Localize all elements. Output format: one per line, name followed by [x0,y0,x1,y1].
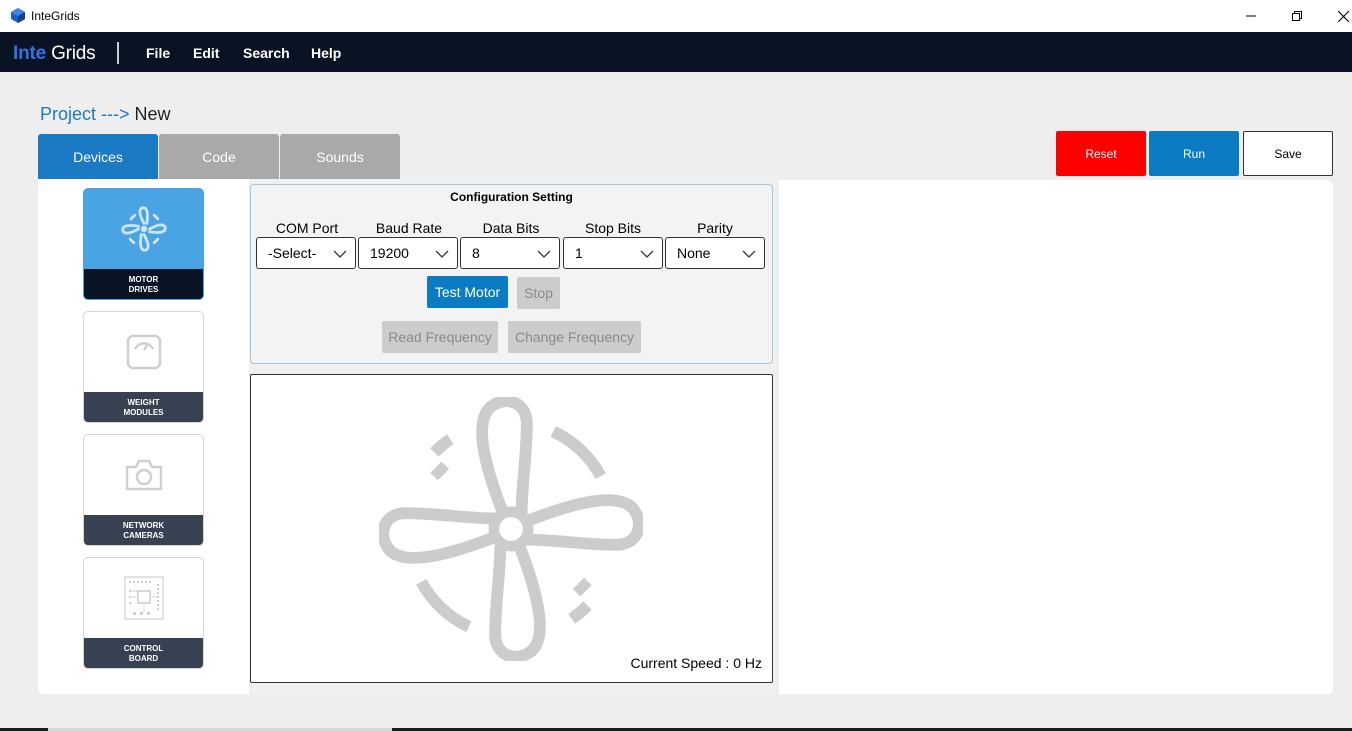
tab-devices[interactable]: Devices [38,134,158,179]
stop-bits-select[interactable]: 1 [563,237,663,269]
configuration-setting-box: Configuration Setting COM Port Baud Rate… [250,184,773,364]
breadcrumb-current: New [134,104,171,124]
motor-display: Current Speed : 0 Hz [250,374,773,683]
test-motor-button[interactable]: Test Motor [427,276,508,308]
read-frequency-button[interactable]: Read Frequency [382,321,498,353]
menu-help[interactable]: Help [311,45,341,61]
data-bits-label: Data Bits [482,220,540,236]
breadcrumb-project-link[interactable]: Project ---> [40,104,130,124]
breadcrumb: Project ---> New [40,104,171,125]
parity-select[interactable]: None [665,237,765,269]
restore-button[interactable] [1274,0,1320,32]
change-frequency-button[interactable]: Change Frequency [508,321,641,353]
chevron-down-icon [435,250,449,258]
device-card-network-cameras[interactable]: NETWORK CAMERAS [83,434,204,546]
data-bits-select[interactable]: 8 [460,237,560,269]
stop-bits-label: Stop Bits [584,220,642,236]
current-speed-label: Current Speed : [630,655,730,671]
device-card-weight-modules[interactable]: WEIGHT MODULES [83,311,204,423]
baud-rate-label: Baud Rate [375,220,443,236]
card-icon-area [84,558,203,638]
current-speed: Current Speed : 0 Hz [630,655,762,671]
parity-label: Parity [697,220,733,236]
fan-icon [120,206,167,252]
card-icon-area [84,312,203,392]
parity-value: None [677,245,711,261]
app-cube-icon [11,8,25,23]
baud-rate-select[interactable]: 19200 [358,237,458,269]
menu-edit[interactable]: Edit [193,45,219,61]
restore-icon [1292,11,1302,21]
fan-icon [379,397,643,661]
brand-part2: Grids [51,43,96,64]
device-card-label: CONTROL BOARD [84,638,203,668]
window-title: InteGrids [31,9,80,23]
device-card-label: NETWORK CAMERAS [84,515,203,545]
reset-button[interactable]: Reset [1056,131,1146,176]
stop-bits-value: 1 [575,245,583,261]
minimize-icon [1246,15,1256,17]
chevron-down-icon [640,250,654,258]
tab-sounds[interactable]: Sounds [280,134,400,179]
device-card-label: WEIGHT MODULES [84,392,203,422]
current-speed-value: 0 Hz [733,655,762,671]
circuit-board-icon [123,576,164,620]
close-button[interactable] [1320,0,1352,32]
config-title: Configuration Setting [450,190,573,204]
close-icon [1337,10,1349,22]
stop-button[interactable]: Stop [517,277,560,309]
chevron-down-icon [333,250,347,258]
chevron-down-icon [742,250,756,258]
save-button[interactable]: Save [1243,131,1333,176]
tab-code[interactable]: Code [159,134,279,179]
title-bar: InteGrids [0,0,1352,32]
workspace-panel [779,180,1333,694]
menu-file[interactable]: File [146,45,170,61]
brand-logo: Inte Grids [13,43,96,65]
card-icon-area [84,435,203,515]
data-bits-value: 8 [472,245,480,261]
com-port-value: -Select- [268,245,317,261]
minimize-button[interactable] [1228,0,1274,32]
device-card-motor-drives[interactable]: MOTOR DRIVES [83,188,204,300]
menu-search[interactable]: Search [243,45,290,61]
chevron-down-icon [537,250,551,258]
com-port-label: COM Port [275,220,339,236]
scale-icon [126,334,161,370]
com-port-select[interactable]: -Select- [256,237,356,269]
device-card-control-board[interactable]: CONTROL BOARD [83,557,204,669]
camera-icon [125,459,162,491]
card-icon-area [84,189,203,269]
run-button[interactable]: Run [1149,131,1239,176]
brand-part1: Inte [13,43,46,64]
brand-divider [117,42,119,64]
baud-rate-value: 19200 [370,245,409,261]
device-card-label: MOTOR DRIVES [84,269,203,299]
